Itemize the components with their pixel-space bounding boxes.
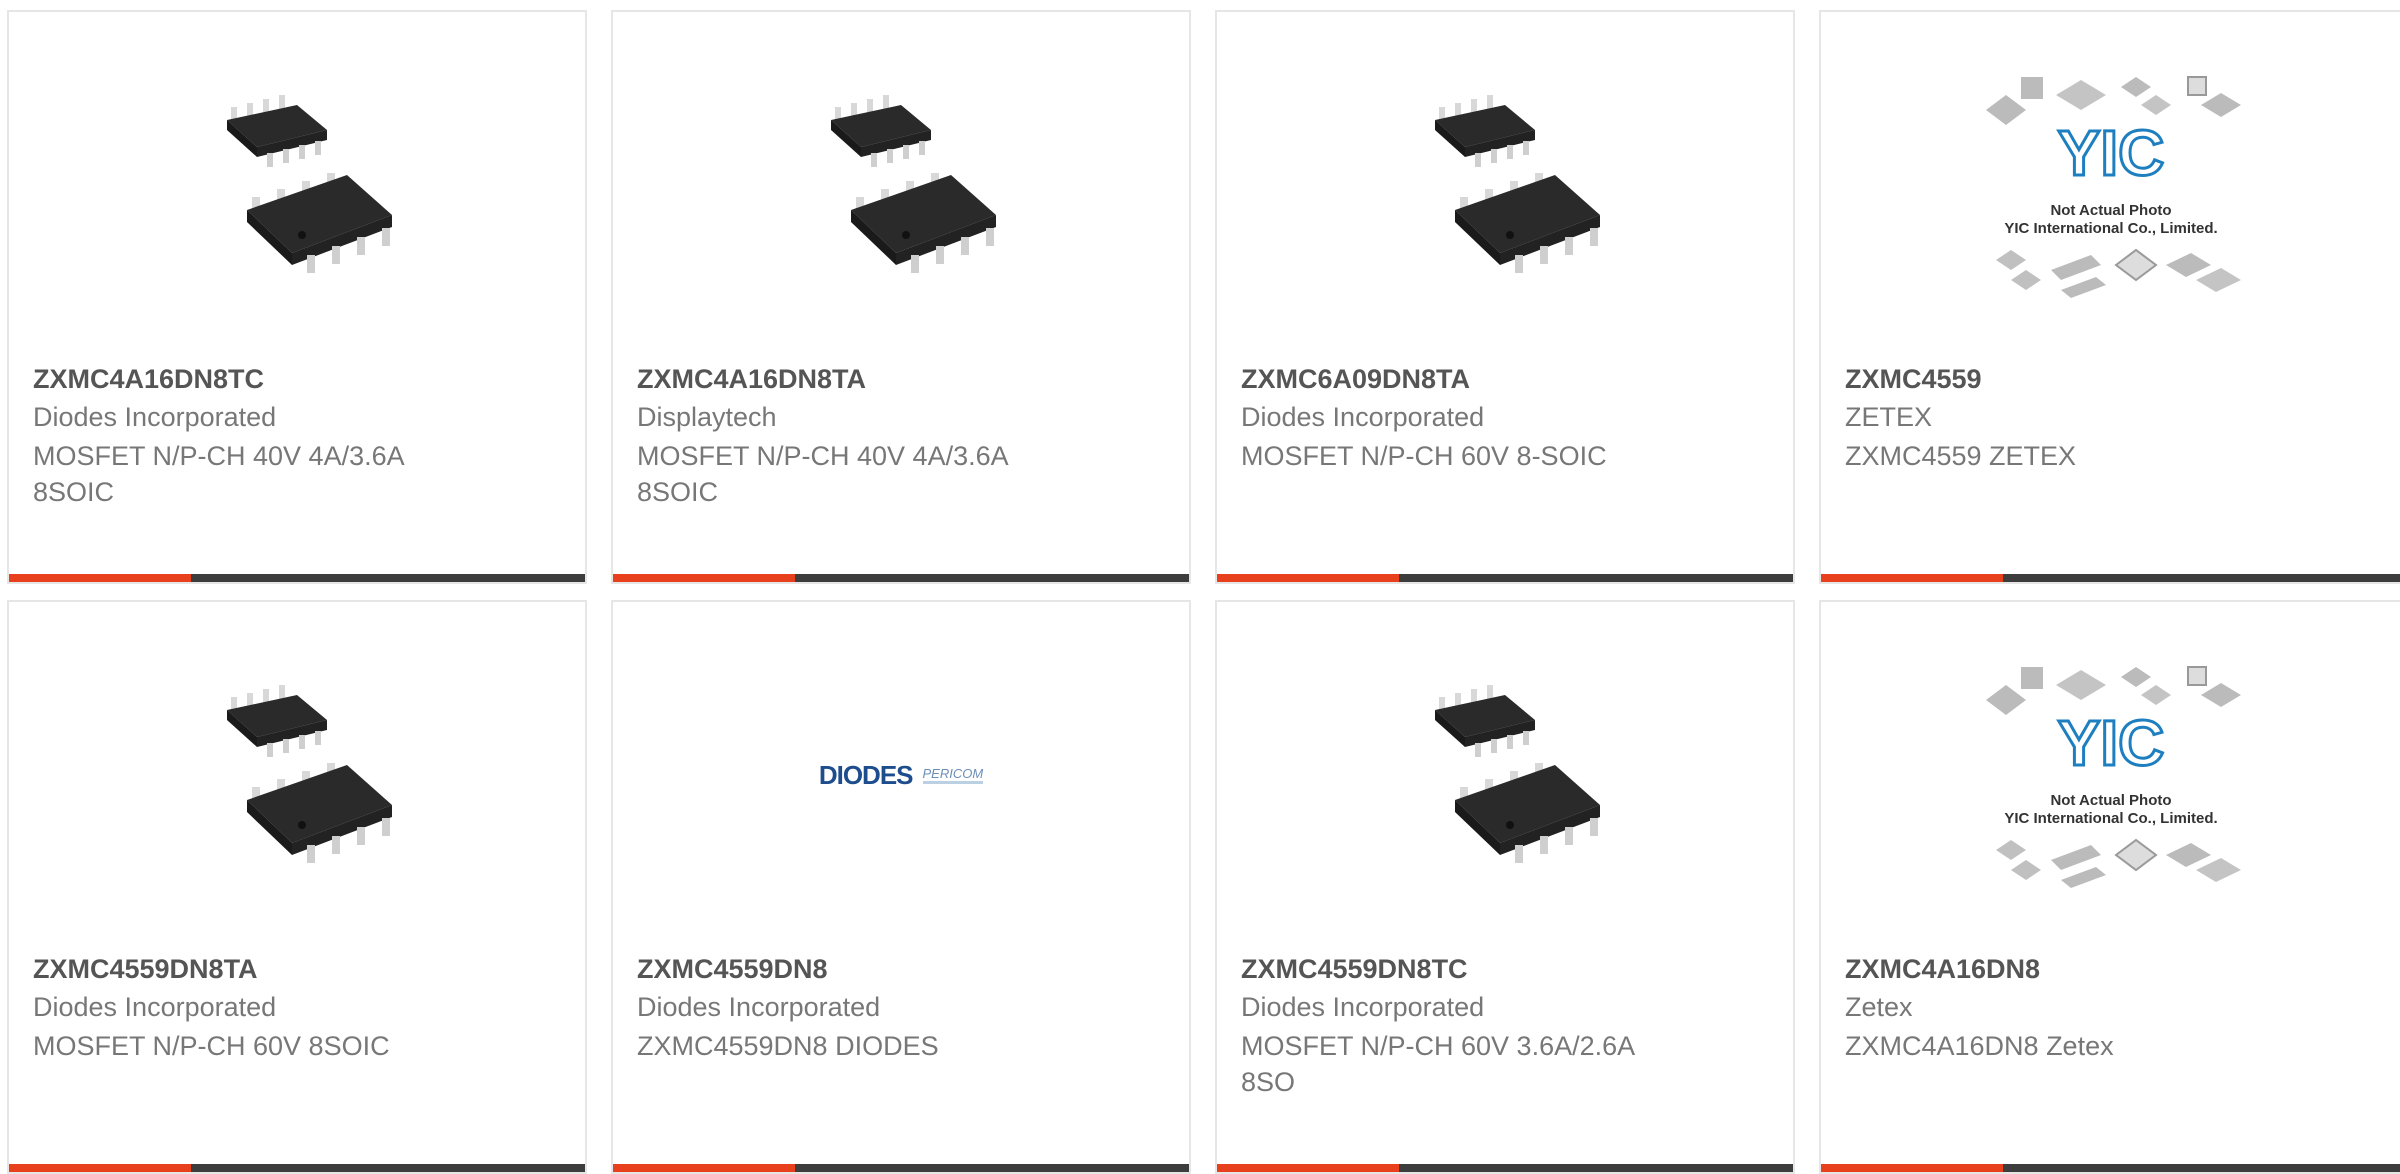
card-bar-accent bbox=[1217, 574, 1399, 582]
card-bar bbox=[1217, 574, 1793, 582]
part-number[interactable]: ZXMC4559DN8 bbox=[637, 954, 828, 985]
card-bar bbox=[1821, 1164, 2400, 1172]
part-number[interactable]: ZXMC4A16DN8TA bbox=[637, 364, 866, 395]
part-number[interactable]: ZXMC6A09DN8TA bbox=[1241, 364, 1470, 395]
description: ZXMC4559DN8 DIODES bbox=[637, 1031, 939, 1061]
product-image[interactable] bbox=[1217, 660, 1793, 890]
placeholder-line1: Not Actual Photo bbox=[2050, 792, 2171, 809]
product-card[interactable]: ZXMC4A16DN8TC Diodes Incorporated MOSFET… bbox=[7, 10, 587, 584]
part-number[interactable]: ZXMC4559DN8TA bbox=[33, 954, 258, 985]
card-bar bbox=[9, 574, 585, 582]
card-bar-accent bbox=[613, 1164, 795, 1172]
product-card[interactable]: YIC Not Actual Photo YIC International C… bbox=[1819, 10, 2400, 584]
card-bar bbox=[613, 574, 1189, 582]
product-card[interactable]: ZXMC4559DN8TC Diodes Incorporated MOSFET… bbox=[1215, 600, 1795, 1174]
manufacturer: Diodes Incorporated bbox=[1241, 992, 1485, 1022]
product-card[interactable]: DIODES PERICOM ZXMC4559DN8 Diodes Incorp… bbox=[611, 600, 1191, 1174]
description: MOSFET N/P-CH 40V 4A/3.6A 8SOIC bbox=[637, 441, 1008, 507]
placeholder-line2: YIC International Co., Limited. bbox=[2004, 220, 2217, 237]
manufacturer: ZETEX bbox=[1845, 402, 1933, 432]
product-image[interactable]: DIODES PERICOM bbox=[613, 660, 1189, 890]
product-grid: ZXMC4A16DN8TC Diodes Incorporated MOSFET… bbox=[0, 0, 2400, 1174]
diodes-logo-main: DIODES bbox=[818, 759, 914, 790]
product-image[interactable] bbox=[613, 70, 1189, 300]
card-bar-accent bbox=[613, 574, 795, 582]
description: ZXMC4559 ZETEX bbox=[1845, 441, 2077, 471]
manufacturer: Diodes Incorporated bbox=[33, 402, 277, 432]
product-image[interactable] bbox=[9, 660, 585, 890]
yic-logo: YIC bbox=[2057, 117, 2164, 189]
product-image[interactable]: YIC Not Actual Photo YIC International C… bbox=[1821, 70, 2400, 300]
soic-chip-icon bbox=[831, 95, 996, 273]
product-image[interactable]: YIC Not Actual Photo YIC International C… bbox=[1821, 660, 2400, 890]
manufacturer: Diodes Incorporated bbox=[1241, 402, 1485, 432]
card-bar bbox=[9, 1164, 585, 1172]
part-number[interactable]: ZXMC4559 bbox=[1845, 364, 1982, 395]
card-bar bbox=[1217, 1164, 1793, 1172]
product-card[interactable]: ZXMC4A16DN8TA Displaytech MOSFET N/P-CH … bbox=[611, 10, 1191, 584]
manufacturer: Diodes Incorporated bbox=[637, 992, 881, 1022]
part-number[interactable]: ZXMC4559DN8TC bbox=[1241, 954, 1468, 985]
card-bar-accent bbox=[1821, 1164, 2003, 1172]
part-number[interactable]: ZXMC4A16DN8TC bbox=[33, 364, 264, 395]
product-card[interactable]: YIC Not Actual Photo YIC International C… bbox=[1819, 600, 2400, 1174]
placeholder-line1: Not Actual Photo bbox=[2050, 202, 2171, 219]
manufacturer: Diodes Incorporated bbox=[33, 992, 277, 1022]
placeholder-line2: YIC International Co., Limited. bbox=[2004, 810, 2217, 827]
description: MOSFET N/P-CH 40V 4A/3.6A 8SOIC bbox=[33, 441, 404, 507]
description: MOSFET N/P-CH 60V 8-SOIC bbox=[1241, 441, 1607, 471]
diodes-logo-secondary: PERICOM bbox=[922, 766, 984, 784]
soic-chip-icon bbox=[1435, 95, 1600, 273]
card-bar bbox=[1821, 574, 2400, 582]
diodes-logo-icon: DIODES PERICOM bbox=[818, 759, 984, 791]
manufacturer: Displaytech bbox=[637, 402, 777, 432]
not-actual-photo-icon: YIC Not Actual Photo YIC International C… bbox=[1985, 76, 2241, 298]
soic-chip-icon bbox=[1435, 685, 1600, 863]
not-actual-photo-icon: YIC Not Actual Photo YIC International C… bbox=[1985, 666, 2241, 888]
description: MOSFET N/P-CH 60V 8SOIC bbox=[33, 1031, 390, 1061]
soic-chip-icon bbox=[227, 685, 392, 863]
product-card[interactable]: ZXMC4559DN8TA Diodes Incorporated MOSFET… bbox=[7, 600, 587, 1174]
card-bar-accent bbox=[9, 1164, 191, 1172]
product-image[interactable] bbox=[9, 70, 585, 300]
description: MOSFET N/P-CH 60V 3.6A/2.6A 8SO bbox=[1241, 1031, 1634, 1097]
card-bar-accent bbox=[9, 574, 191, 582]
yic-logo: YIC bbox=[2057, 707, 2164, 779]
card-bar-accent bbox=[1217, 1164, 1399, 1172]
soic-chip-icon bbox=[227, 95, 392, 273]
manufacturer: Zetex bbox=[1845, 992, 1913, 1022]
description: ZXMC4A16DN8 Zetex bbox=[1845, 1031, 2114, 1061]
part-number[interactable]: ZXMC4A16DN8 bbox=[1845, 954, 2040, 985]
product-card[interactable]: ZXMC6A09DN8TA Diodes Incorporated MOSFET… bbox=[1215, 10, 1795, 584]
product-image[interactable] bbox=[1217, 70, 1793, 300]
card-bar bbox=[613, 1164, 1189, 1172]
card-bar-accent bbox=[1821, 574, 2003, 582]
